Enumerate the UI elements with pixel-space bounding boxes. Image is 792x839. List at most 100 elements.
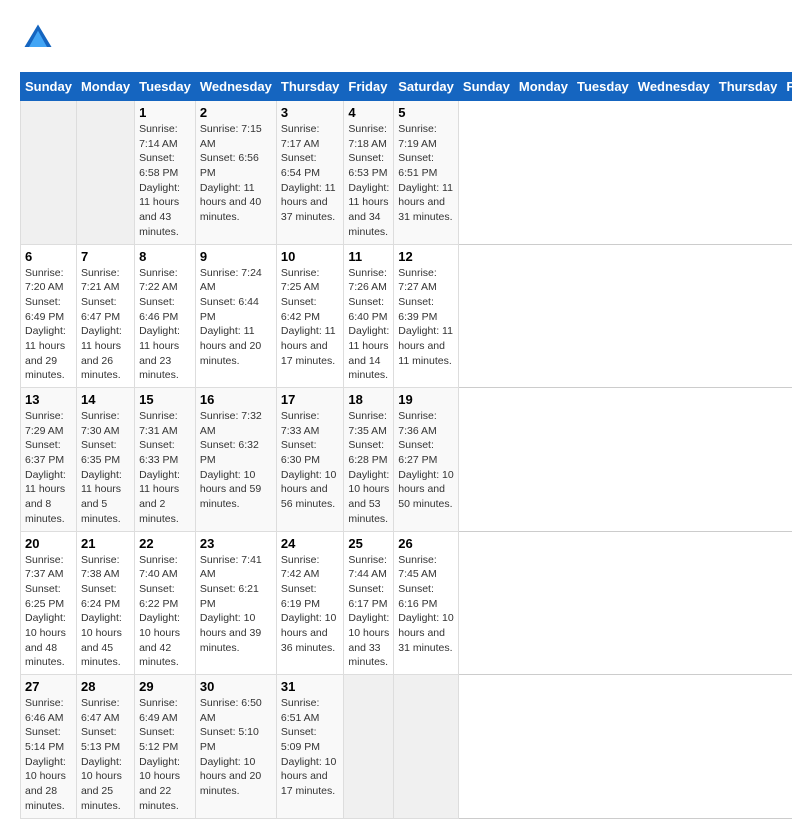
day-info: Sunrise: 7:25 AMSunset: 6:42 PMDaylight:… [281,266,340,369]
day-number: 23 [200,536,272,551]
day-info: Sunrise: 7:29 AMSunset: 6:37 PMDaylight:… [25,409,72,527]
day-number: 25 [348,536,389,551]
day-number: 24 [281,536,340,551]
calendar-cell: 13 Sunrise: 7:29 AMSunset: 6:37 PMDayligh… [21,388,77,532]
day-info: Sunrise: 7:22 AMSunset: 6:46 PMDaylight:… [139,266,191,384]
calendar-cell: 5 Sunrise: 7:19 AMSunset: 6:51 PMDaylight… [394,101,459,245]
day-number: 29 [139,679,191,694]
day-info: Sunrise: 7:26 AMSunset: 6:40 PMDaylight:… [348,266,389,384]
day-info: Sunrise: 6:49 AMSunset: 5:12 PMDaylight:… [139,696,191,814]
calendar-cell: 27 Sunrise: 6:46 AMSunset: 5:14 PMDayligh… [21,675,77,819]
day-info: Sunrise: 7:18 AMSunset: 6:53 PMDaylight:… [348,122,389,240]
calendar-cell: 4Sunrise: 7:18 AMSunset: 6:53 PMDaylight… [344,101,394,245]
calendar-cell: 19 Sunrise: 7:36 AMSunset: 6:27 PMDayligh… [394,388,459,532]
day-info: Sunrise: 7:17 AMSunset: 6:54 PMDaylight:… [281,122,340,225]
header-day: Thursday [714,73,782,101]
day-number: 16 [200,392,272,407]
calendar-cell: 6 Sunrise: 7:20 AMSunset: 6:49 PMDaylight… [21,244,77,388]
day-info: Sunrise: 6:47 AMSunset: 5:13 PMDaylight:… [81,696,130,814]
day-info: Sunrise: 6:50 AMSunset: 5:10 PMDaylight:… [200,696,272,799]
day-info: Sunrise: 7:32 AMSunset: 6:32 PMDaylight:… [200,409,272,512]
day-info: Sunrise: 7:42 AMSunset: 6:19 PMDaylight:… [281,553,340,656]
header-day: Tuesday [573,73,634,101]
day-number: 31 [281,679,340,694]
calendar-cell: 9 Sunrise: 7:24 AMSunset: 6:44 PMDaylight… [195,244,276,388]
day-number: 10 [281,249,340,264]
calendar-cell: 7Sunrise: 7:21 AMSunset: 6:47 PMDaylight… [76,244,134,388]
calendar-cell: 3 Sunrise: 7:17 AMSunset: 6:54 PMDaylight… [276,101,344,245]
day-info: Sunrise: 7:37 AMSunset: 6:25 PMDaylight:… [25,553,72,671]
day-info: Sunrise: 7:27 AMSunset: 6:39 PMDaylight:… [398,266,454,369]
day-info: Sunrise: 7:20 AMSunset: 6:49 PMDaylight:… [25,266,72,384]
calendar-week-row: 6 Sunrise: 7:20 AMSunset: 6:49 PMDaylight… [21,244,792,388]
calendar-cell: 15 Sunrise: 7:31 AMSunset: 6:33 PMDayligh… [135,388,196,532]
calendar-cell: 29 Sunrise: 6:49 AMSunset: 5:12 PMDayligh… [135,675,196,819]
header-day: Wednesday [633,73,714,101]
day-info: Sunrise: 7:30 AMSunset: 6:35 PMDaylight:… [81,409,130,527]
calendar-cell: 30 Sunrise: 6:50 AMSunset: 5:10 PMDayligh… [195,675,276,819]
calendar-cell: 2 Sunrise: 7:15 AMSunset: 6:56 PMDaylight… [195,101,276,245]
day-number: 5 [398,105,454,120]
day-number: 20 [25,536,72,551]
header-day-friday: Friday [344,73,394,101]
header-day-monday: Monday [76,73,134,101]
day-number: 28 [81,679,130,694]
day-info: Sunrise: 6:51 AMSunset: 5:09 PMDaylight:… [281,696,340,799]
day-info: Sunrise: 7:15 AMSunset: 6:56 PMDaylight:… [200,122,272,225]
day-number: 9 [200,249,272,264]
header-day: Sunday [458,73,514,101]
calendar-cell: 21Sunrise: 7:38 AMSunset: 6:24 PMDayligh… [76,531,134,675]
calendar-cell: 26Sunrise: 7:45 AMSunset: 6:16 PMDayligh… [394,531,459,675]
day-number: 13 [25,392,72,407]
calendar-header-row: SundayMondayTuesdayWednesdayThursdayFrid… [21,73,792,101]
calendar-week-row: 27 Sunrise: 6:46 AMSunset: 5:14 PMDayligh… [21,675,792,819]
day-number: 6 [25,249,72,264]
calendar-cell: 11 Sunrise: 7:26 AMSunset: 6:40 PMDayligh… [344,244,394,388]
day-number: 2 [200,105,272,120]
day-number: 1 [139,105,191,120]
calendar-table: SundayMondayTuesdayWednesdayThursdayFrid… [20,72,792,819]
day-number: 15 [139,392,191,407]
day-number: 21 [81,536,130,551]
calendar-cell: 12Sunrise: 7:27 AMSunset: 6:39 PMDayligh… [394,244,459,388]
day-number: 18 [348,392,389,407]
logo-icon [20,20,56,56]
day-number: 3 [281,105,340,120]
calendar-cell: 23 Sunrise: 7:41 AMSunset: 6:21 PMDayligh… [195,531,276,675]
day-number: 27 [25,679,72,694]
day-number: 26 [398,536,454,551]
day-number: 19 [398,392,454,407]
day-info: Sunrise: 7:33 AMSunset: 6:30 PMDaylight:… [281,409,340,512]
calendar-cell [394,675,459,819]
page-header [20,20,772,56]
day-info: Sunrise: 7:35 AMSunset: 6:28 PMDaylight:… [348,409,389,527]
header-day: Friday [782,73,792,101]
day-info: Sunrise: 7:19 AMSunset: 6:51 PMDaylight:… [398,122,454,225]
calendar-cell [76,101,134,245]
day-info: Sunrise: 7:14 AMSunset: 6:58 PMDaylight:… [139,122,191,240]
day-number: 30 [200,679,272,694]
header-day-wednesday: Wednesday [195,73,276,101]
header-day-tuesday: Tuesday [135,73,196,101]
calendar-cell: 28 Sunrise: 6:47 AMSunset: 5:13 PMDayligh… [76,675,134,819]
day-info: Sunrise: 7:40 AMSunset: 6:22 PMDaylight:… [139,553,191,671]
day-info: Sunrise: 7:36 AMSunset: 6:27 PMDaylight:… [398,409,454,512]
day-number: 22 [139,536,191,551]
calendar-cell: 1 Sunrise: 7:14 AMSunset: 6:58 PMDaylight… [135,101,196,245]
day-number: 17 [281,392,340,407]
calendar-cell: 25Sunrise: 7:44 AMSunset: 6:17 PMDayligh… [344,531,394,675]
calendar-cell: 18 Sunrise: 7:35 AMSunset: 6:28 PMDayligh… [344,388,394,532]
calendar-cell: 22 Sunrise: 7:40 AMSunset: 6:22 PMDayligh… [135,531,196,675]
day-info: Sunrise: 6:46 AMSunset: 5:14 PMDaylight:… [25,696,72,814]
calendar-week-row: 1 Sunrise: 7:14 AMSunset: 6:58 PMDaylight… [21,101,792,245]
calendar-cell [21,101,77,245]
day-info: Sunrise: 7:41 AMSunset: 6:21 PMDaylight:… [200,553,272,656]
day-info: Sunrise: 7:31 AMSunset: 6:33 PMDaylight:… [139,409,191,527]
day-number: 11 [348,249,389,264]
day-info: Sunrise: 7:21 AMSunset: 6:47 PMDaylight:… [81,266,130,384]
calendar-cell: 14 Sunrise: 7:30 AMSunset: 6:35 PMDayligh… [76,388,134,532]
calendar-week-row: 20 Sunrise: 7:37 AMSunset: 6:25 PMDayligh… [21,531,792,675]
header-day-saturday: Saturday [394,73,459,101]
day-info: Sunrise: 7:24 AMSunset: 6:44 PMDaylight:… [200,266,272,369]
day-number: 14 [81,392,130,407]
